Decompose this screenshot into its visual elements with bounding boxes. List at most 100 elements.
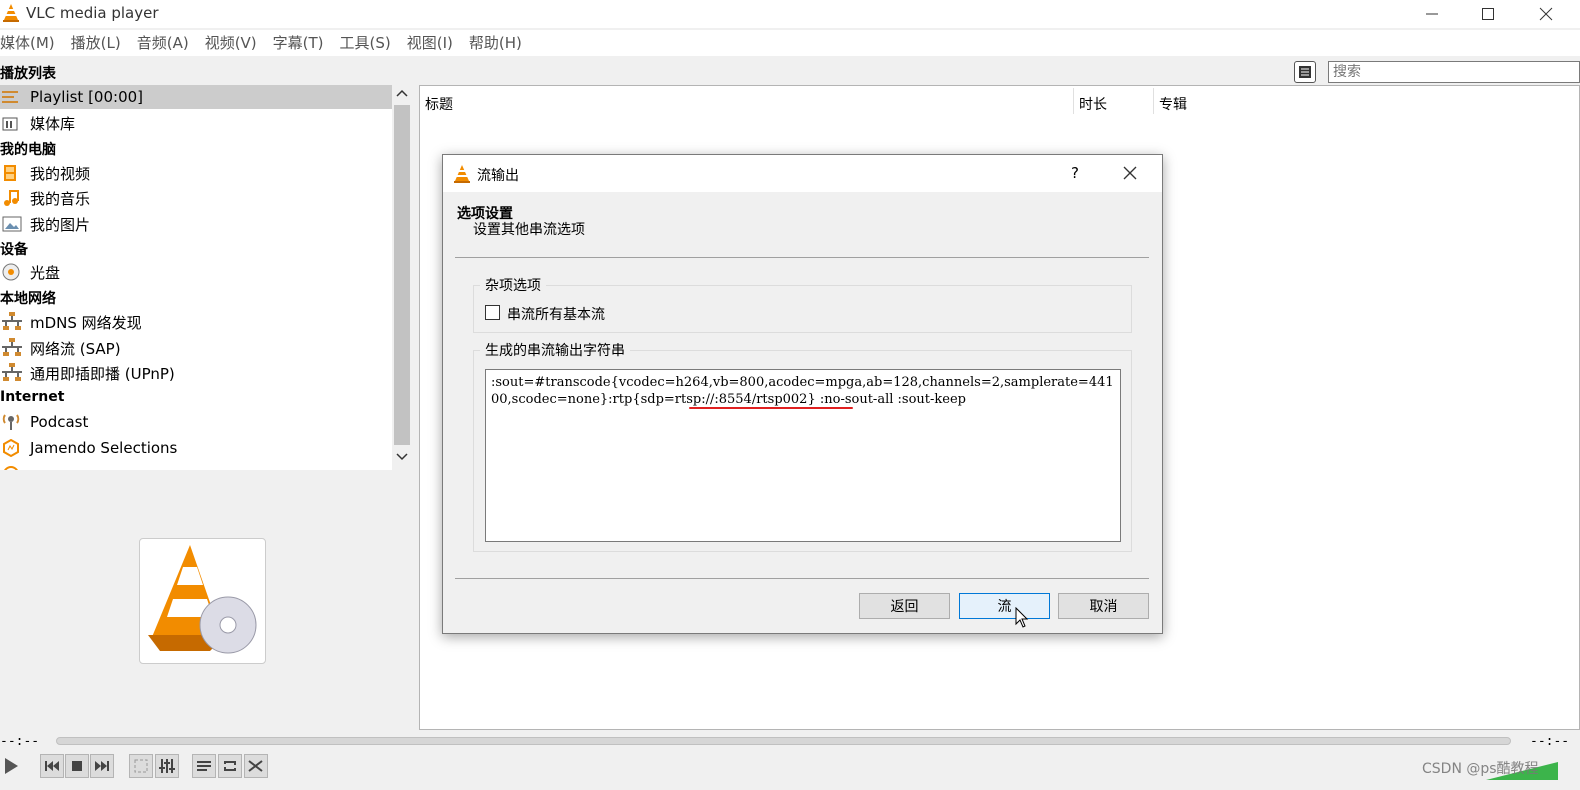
disc-icon	[2, 263, 20, 281]
vlc-cone-icon	[3, 4, 19, 22]
help-button[interactable]: ?	[1071, 164, 1079, 182]
separator	[455, 257, 1149, 258]
mrl-text: :sout=#transcode{vcodec=h264,vb=800,acod…	[491, 375, 1114, 407]
column-duration[interactable]: 时长	[1079, 94, 1107, 114]
scrollbar-thumb[interactable]	[394, 105, 410, 445]
sidebar-scrollbar[interactable]	[392, 85, 412, 470]
menu-subtitle[interactable]: 字幕(T)	[273, 30, 324, 56]
playlist-view-button[interactable]	[1294, 61, 1316, 83]
vlc-cone-disc-icon	[148, 545, 257, 654]
podcast-icon	[2, 414, 20, 430]
mrl-textarea[interactable]: :sout=#transcode{vcodec=h264,vb=800,acod…	[485, 369, 1121, 542]
back-button[interactable]: 返回	[859, 593, 950, 619]
sidebar-item-my-music[interactable]: 我的音乐	[0, 186, 392, 210]
sidebar-item-jamendo[interactable]: Jamendo Selections	[0, 436, 392, 460]
maximize-icon	[1482, 8, 1494, 20]
network-icon	[2, 363, 22, 381]
sidebar-item-playlist[interactable]: Playlist [00:00]	[0, 85, 392, 109]
previous-button[interactable]	[40, 754, 64, 778]
dialog-title-bar: 流输出 ?	[443, 155, 1162, 192]
list-view-icon	[1299, 66, 1311, 78]
mouse-cursor-icon	[1015, 607, 1029, 628]
dialog-close-button[interactable]	[1123, 166, 1137, 184]
column-divider	[1073, 88, 1074, 114]
search-input[interactable]	[1328, 61, 1580, 83]
sidebar-item-label: 光盘	[30, 263, 61, 282]
scroll-up-icon[interactable]	[396, 89, 408, 97]
maximize-button[interactable]	[1460, 0, 1516, 28]
media-library-icon	[2, 117, 18, 131]
stop-icon	[72, 761, 82, 771]
seek-bar[interactable]	[56, 737, 1511, 745]
close-button[interactable]	[1518, 0, 1574, 28]
sidebar-item-my-pictures[interactable]: 我的图片	[0, 212, 392, 236]
sidebar: Playlist [00:00] 媒体库 我的电脑 我的视频 我的音乐 我的图片…	[0, 85, 392, 470]
stop-button[interactable]	[65, 754, 89, 778]
mrl-group-label: 生成的串流输出字符串	[480, 340, 630, 360]
playlist-icon	[197, 761, 211, 771]
next-button[interactable]	[90, 754, 114, 778]
shuffle-icon	[248, 760, 263, 772]
title-bar: VLC media player	[0, 0, 1580, 28]
stream-all-checkbox[interactable]	[485, 305, 500, 320]
misc-options-label: 杂项选项	[480, 275, 546, 295]
menu-bar: 媒体(M) 播放(L) 音频(A) 视频(V) 字幕(T) 工具(S) 视图(I…	[0, 30, 1580, 56]
extended-settings-button[interactable]	[155, 754, 179, 778]
sidebar-item-label: Jamendo Selections	[30, 439, 178, 457]
sidebar-item-mdns[interactable]: mDNS 网络发现	[0, 310, 392, 334]
cancel-button[interactable]: 取消	[1058, 593, 1149, 619]
play-button[interactable]	[0, 754, 22, 778]
shuffle-button[interactable]	[244, 754, 268, 778]
dialog-title: 流输出	[477, 168, 519, 184]
network-icon	[2, 312, 22, 330]
fullscreen-icon	[134, 759, 148, 773]
sidebar-item-podcast[interactable]: Podcast	[0, 410, 392, 434]
loop-button[interactable]	[218, 754, 242, 778]
music-note-icon	[4, 190, 19, 206]
sidebar-item-disc[interactable]: 光盘	[0, 260, 392, 284]
equalizer-icon	[159, 759, 175, 773]
column-title[interactable]: 标题	[425, 94, 453, 114]
sidebar-item-label: 我的图片	[30, 215, 91, 234]
menu-media[interactable]: 媒体(M)	[0, 30, 55, 56]
sidebar-item-label: Playlist [00:00]	[30, 88, 144, 106]
sidebar-item-label: Podcast	[30, 413, 89, 431]
menu-audio[interactable]: 音频(A)	[137, 30, 189, 56]
minimize-icon	[1426, 13, 1438, 15]
menu-help[interactable]: 帮助(H)	[469, 30, 522, 56]
fullscreen-button[interactable]	[129, 754, 153, 778]
playlist-toggle-button[interactable]	[192, 754, 216, 778]
column-album[interactable]: 专辑	[1159, 94, 1187, 114]
menu-playback[interactable]: 播放(L)	[71, 30, 121, 56]
separator	[455, 578, 1149, 579]
album-art	[139, 538, 266, 664]
sidebar-item-label: 媒体库	[30, 114, 76, 133]
picture-icon	[2, 216, 22, 232]
sidebar-item-partial	[0, 462, 392, 470]
elapsed-time: --:--	[0, 734, 40, 749]
sidebar-item-sap[interactable]: 网络流 (SAP)	[0, 336, 392, 360]
stream-all-label: 串流所有基本流	[507, 307, 605, 323]
sidebar-item-label: 我的音乐	[30, 189, 91, 208]
sidebar-item-label: mDNS 网络发现	[30, 313, 142, 332]
menu-video[interactable]: 视频(V)	[205, 30, 257, 56]
red-underline-annotation	[689, 407, 853, 409]
vlc-cone-icon	[454, 165, 470, 183]
loop-icon	[224, 761, 236, 771]
stream-button[interactable]: 流	[959, 593, 1050, 619]
menu-tools[interactable]: 工具(S)	[340, 30, 391, 56]
watermark: CSDN @ps酷教程	[1422, 761, 1539, 777]
menu-view[interactable]: 视图(I)	[407, 30, 453, 56]
minimize-button[interactable]	[1404, 0, 1460, 28]
sidebar-item-media-library[interactable]: 媒体库	[0, 111, 392, 135]
sidebar-item-label: 网络流 (SAP)	[30, 339, 121, 358]
previous-icon	[45, 761, 59, 771]
sidebar-item-my-videos[interactable]: 我的视频	[0, 161, 392, 185]
close-icon	[1123, 166, 1137, 180]
film-icon	[4, 165, 16, 181]
scroll-down-icon[interactable]	[396, 453, 408, 461]
jamendo-icon	[3, 439, 19, 457]
section-local-network: 本地网络	[0, 291, 56, 307]
sidebar-item-upnp[interactable]: 通用即插即播 (UPnP)	[0, 361, 392, 385]
window-title: VLC media player	[26, 4, 159, 22]
